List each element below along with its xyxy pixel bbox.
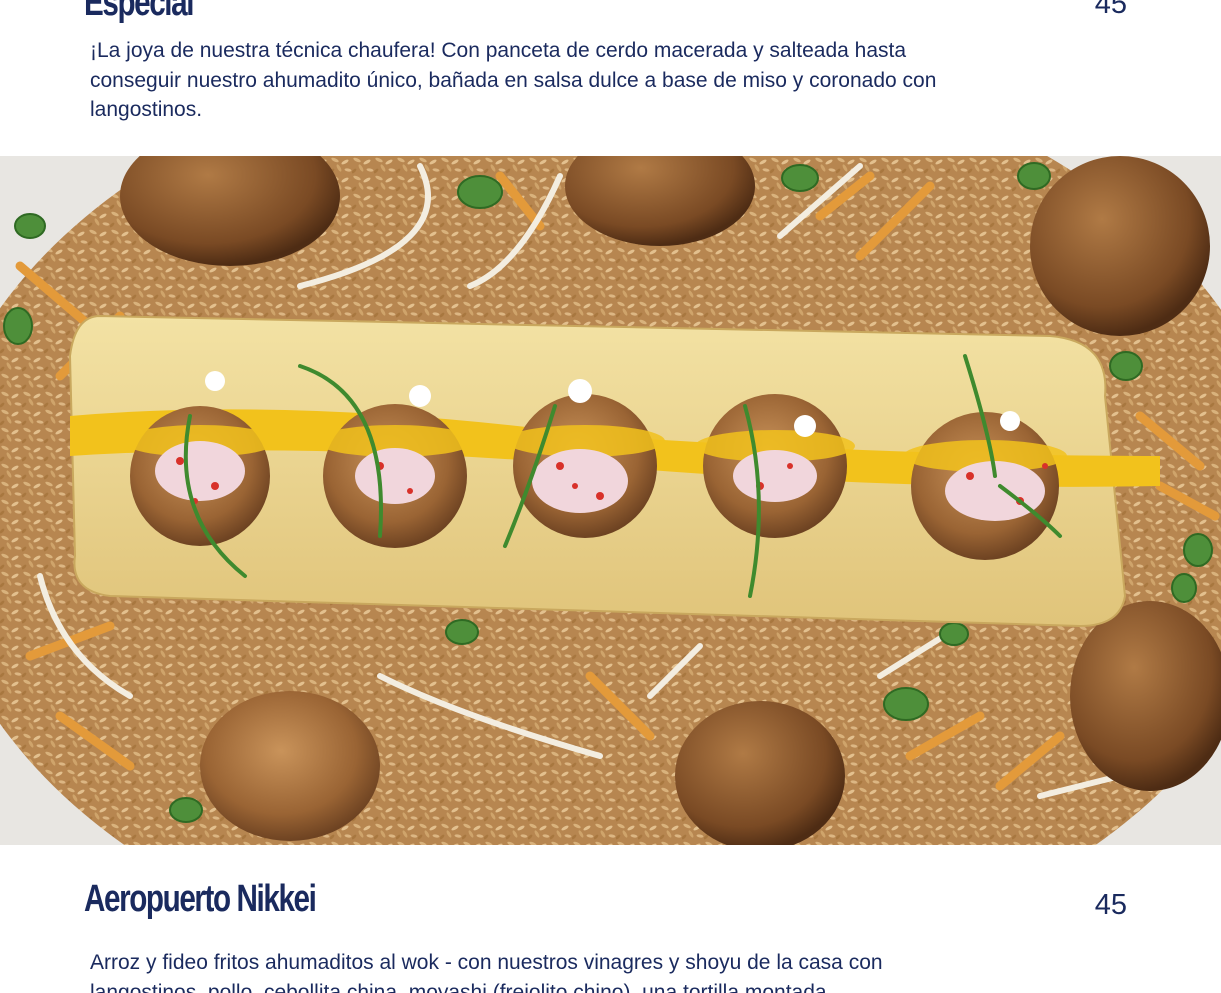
item-description: Arroz y fideo fritos ahumaditos al wok -… — [90, 951, 883, 993]
item-title: Aeropuerto Nikkei — [84, 878, 317, 920]
dish-photo — [0, 156, 1221, 845]
item-price: 45 — [1094, 0, 1127, 20]
item-title: Especial — [84, 0, 194, 24]
item-description: ¡La joya de nuestra técnica chaufera! Co… — [90, 39, 937, 121]
item-price: 45 — [1094, 889, 1127, 921]
